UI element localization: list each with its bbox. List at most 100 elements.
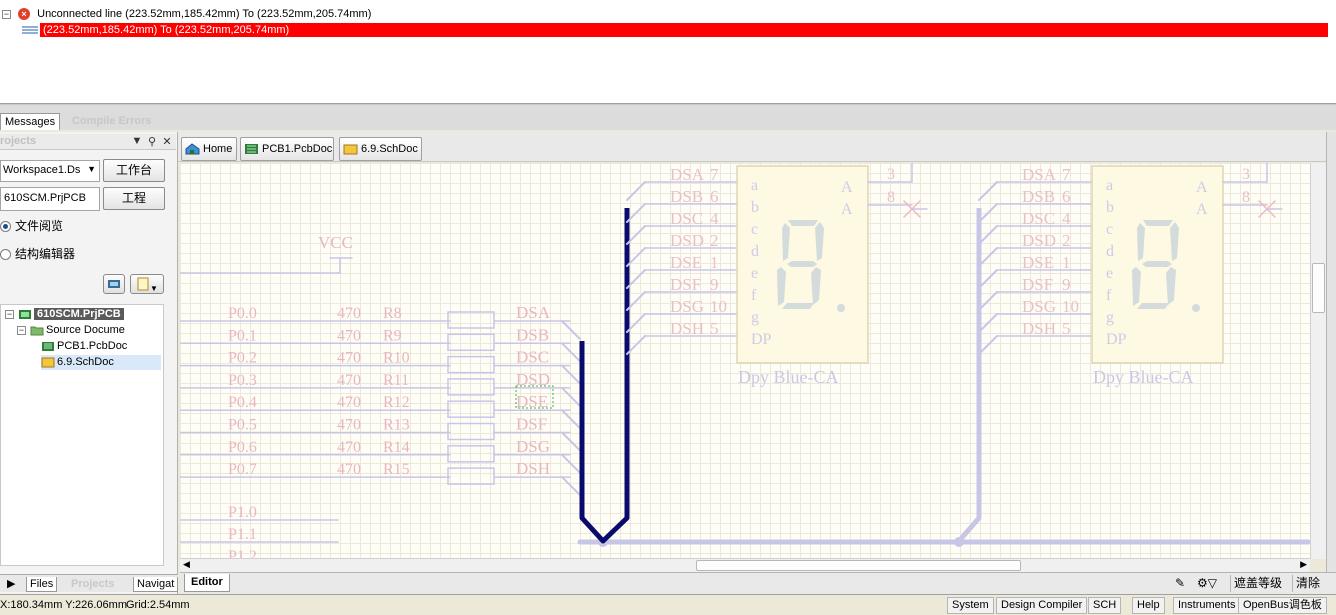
display-pin-number: 2 bbox=[710, 231, 719, 250]
cursor-coordinates: X:180.34mm Y:226.06mm bbox=[0, 599, 127, 611]
tab-projects[interactable]: Projects bbox=[68, 577, 117, 591]
display-bus-entry bbox=[626, 335, 646, 355]
display-pin-number: 1 bbox=[1062, 253, 1071, 272]
segment-letter: DP bbox=[1106, 331, 1127, 348]
segment-g bbox=[1142, 261, 1172, 267]
doc-tab-home[interactable]: Home bbox=[181, 137, 237, 161]
right-panel-strip[interactable] bbox=[1326, 132, 1336, 572]
radio-file-view[interactable]: 文件阅览 bbox=[0, 218, 63, 234]
resistor-ref: R11 bbox=[383, 372, 409, 389]
projects-panel: rojects ▼ ⚲ ✕ Workspace1.Ds ▼ 工作台 610SCM… bbox=[0, 132, 178, 594]
sch-doc-icon bbox=[41, 357, 55, 368]
design-compiler-button[interactable]: Design Compiler bbox=[996, 597, 1088, 614]
resistor-ref: R10 bbox=[383, 350, 410, 367]
sch-button[interactable]: SCH bbox=[1088, 597, 1122, 614]
display-pin-number: 2 bbox=[1062, 231, 1071, 250]
collapse-icon[interactable]: − bbox=[2, 9, 11, 19]
projects-panel-header: rojects ▼ ⚲ ✕ bbox=[0, 134, 176, 150]
bus-entry bbox=[561, 409, 581, 430]
display-net-label: DSC bbox=[1022, 209, 1055, 228]
dropdown-arrow-icon[interactable]: ▼ bbox=[131, 135, 143, 147]
mask-level-button[interactable]: 遮盖等级 bbox=[1230, 575, 1285, 592]
net-label: DSB bbox=[516, 325, 549, 344]
display-pin-number: 4 bbox=[1062, 209, 1071, 228]
resistor-body bbox=[447, 467, 495, 485]
tree-file-pcb-label: PCB1.PcbDoc bbox=[57, 340, 128, 352]
project-field[interactable]: 610SCM.PrjPCB bbox=[0, 187, 100, 211]
instruments-button[interactable]: Instruments bbox=[1173, 597, 1241, 614]
tab-editor[interactable]: Editor bbox=[184, 574, 230, 592]
tab-navigator[interactable]: Navigat bbox=[133, 577, 179, 592]
doc-tab-pcb[interactable]: PCB1.PcbDoc bbox=[240, 137, 334, 161]
scroll-right-icon[interactable]: ▶ bbox=[1300, 559, 1307, 570]
scroll-thumb[interactable] bbox=[1312, 263, 1325, 313]
help-button[interactable]: Help bbox=[1132, 597, 1165, 614]
resistor-body bbox=[447, 311, 495, 329]
display-net-label: DSD bbox=[670, 231, 704, 250]
segment-letter: c bbox=[1106, 221, 1113, 238]
collapse-icon[interactable]: − bbox=[17, 325, 26, 335]
sch-doc-icon bbox=[343, 144, 358, 155]
tree-root-project[interactable]: − 610SCM.PrjPCB bbox=[5, 307, 124, 322]
close-icon[interactable]: ✕ bbox=[161, 135, 173, 148]
message-row-error[interactable]: − × Unconnected line (223.52mm,185.42mm)… bbox=[2, 7, 371, 21]
scroll-thumb[interactable] bbox=[696, 560, 1021, 571]
bus-entry bbox=[561, 431, 581, 452]
port-pin-label: P0.7 bbox=[228, 461, 257, 478]
filter-icon[interactable]: ⚙▽ bbox=[1194, 575, 1220, 592]
net-label: DSA bbox=[516, 303, 551, 322]
schematic-drawing: VCC P0.0 470 R8 DSA P0.1 470 R9 DSB P0.2 470 R10 DSC… bbox=[180, 163, 1310, 559]
pin-icon[interactable]: ⚲ bbox=[146, 135, 158, 148]
segment-dp bbox=[1192, 304, 1200, 312]
anode-label: A bbox=[841, 201, 853, 218]
radio-unselected-icon bbox=[0, 249, 11, 261]
resistor-value: 470 bbox=[337, 372, 361, 389]
tab-files[interactable]: Files bbox=[26, 577, 58, 592]
resistor-body bbox=[447, 400, 495, 418]
display-bus-entry bbox=[978, 313, 998, 333]
port-pin-label: P0.4 bbox=[228, 394, 257, 411]
anode-pin-number: 8 bbox=[887, 189, 895, 206]
tree-file-sch[interactable]: 6.9.SchDoc bbox=[41, 355, 161, 370]
scroll-left-icon[interactable]: ◀ bbox=[183, 559, 190, 570]
anode-pin-number: 8 bbox=[1242, 189, 1250, 206]
resistor-value: 470 bbox=[337, 461, 361, 478]
workspace-select[interactable]: Workspace1.Ds ▼ bbox=[0, 160, 100, 182]
display-name: Dpy Blue-CA bbox=[738, 367, 839, 387]
radio-struct-editor[interactable]: 结构编辑器 bbox=[0, 246, 75, 262]
segment-a bbox=[788, 220, 818, 226]
system-button[interactable]: System bbox=[947, 597, 994, 614]
status-bar: X:180.34mm Y:226.06mm Grid:2.54mm System… bbox=[0, 594, 1336, 615]
workspace-button[interactable]: 工作台 bbox=[103, 159, 165, 182]
tree-file-pcb[interactable]: PCB1.PcbDoc bbox=[41, 339, 127, 354]
collapse-icon[interactable]: − bbox=[5, 309, 14, 319]
segment-letter: b bbox=[751, 199, 759, 216]
message-row-detail[interactable]: (223.52mm,185.42mm) To (223.52mm,205.74m… bbox=[22, 23, 1336, 37]
document-tabs: Home PCB1.PcbDoc 6.9.SchDoc bbox=[178, 132, 1328, 162]
vertical-scrollbar[interactable] bbox=[1310, 163, 1326, 559]
tab-messages[interactable]: Messages bbox=[0, 113, 61, 130]
schematic-canvas[interactable]: VCC P0.0 470 R8 DSA P0.1 470 R9 DSB P0.2 470 R10 DSC… bbox=[180, 163, 1310, 559]
play-icon[interactable]: ▶ bbox=[4, 577, 18, 591]
resistor-value: 470 bbox=[337, 305, 361, 322]
display-bus-entry bbox=[978, 269, 998, 289]
display-bus-entry bbox=[626, 291, 646, 311]
add-document-button[interactable]: ▼ bbox=[130, 274, 164, 294]
workspace-tools-button[interactable] bbox=[103, 274, 125, 294]
anode-pin-number: 3 bbox=[1242, 166, 1250, 183]
display-bus-entry bbox=[978, 247, 998, 267]
horizontal-scrollbar[interactable]: ◀ ▶ bbox=[180, 558, 1310, 572]
openbus-button[interactable]: OpenBus调色板 bbox=[1238, 597, 1327, 614]
bus-entry bbox=[561, 320, 581, 340]
display-bus-entry bbox=[626, 313, 646, 333]
brush-icon[interactable]: ✎ bbox=[1172, 575, 1188, 592]
net-label: DSF bbox=[516, 415, 547, 434]
clear-button[interactable]: 清除 bbox=[1292, 575, 1323, 592]
tree-folder-source[interactable]: − Source Docume bbox=[17, 323, 125, 338]
pcb-doc-icon bbox=[245, 144, 258, 155]
display-bus-entry bbox=[626, 225, 646, 245]
tab-compile-errors[interactable]: Compile Errors bbox=[68, 113, 155, 130]
project-button[interactable]: 工程 bbox=[103, 187, 165, 210]
port-pin-label: P0.1 bbox=[228, 327, 257, 344]
doc-tab-sch[interactable]: 6.9.SchDoc bbox=[339, 137, 422, 161]
